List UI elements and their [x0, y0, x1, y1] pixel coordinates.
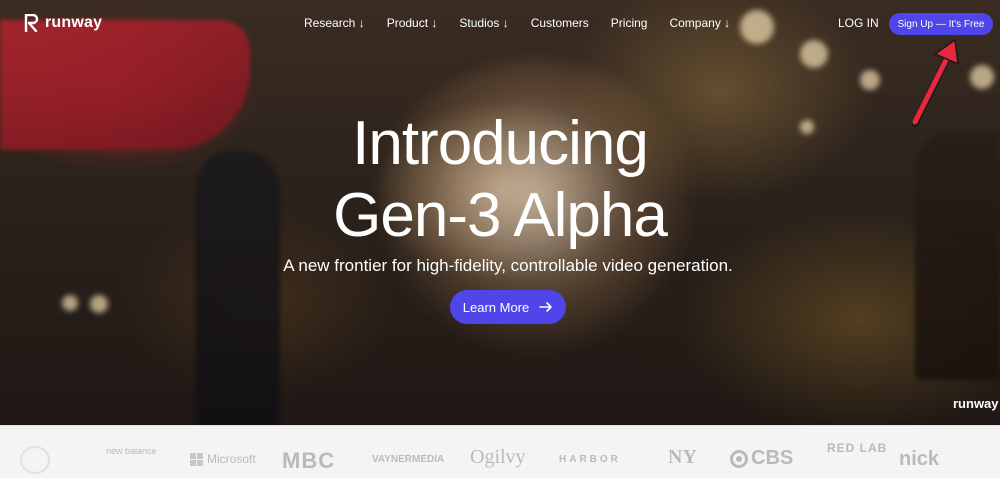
- bokeh-light: [62, 295, 78, 311]
- nav-studios[interactable]: Studios ↓: [459, 16, 508, 30]
- red-lab-logo: RED LAB: [827, 441, 888, 455]
- microsoft-logo: Microsoft: [190, 452, 256, 466]
- bokeh-light: [860, 70, 880, 90]
- learn-more-label: Learn More: [462, 299, 530, 315]
- top-nav: runway Research ↓ Product ↓ Studios ↓ Cu…: [0, 0, 1000, 48]
- new-balance-logo: new balance: [106, 446, 157, 456]
- nav-product[interactable]: Product ↓: [387, 16, 438, 30]
- hero-subhead: A new frontier for high-fidelity, contro…: [283, 256, 733, 275]
- video-watermark: runway: [953, 396, 999, 411]
- yankees-logo: NY: [668, 446, 697, 468]
- microsoft-grid-icon: [190, 452, 203, 466]
- nav-links: Research ↓ Product ↓ Studios ↓ Customers…: [304, 16, 752, 30]
- microsoft-label: Microsoft: [207, 452, 256, 466]
- harbor-logo: HARBOR: [559, 454, 621, 465]
- signup-button[interactable]: Sign Up — It's Free: [889, 13, 993, 35]
- nav-company[interactable]: Company ↓: [669, 16, 730, 30]
- bokeh-light: [90, 295, 108, 313]
- cbs-label: CBS: [751, 447, 794, 469]
- headline-line-2: Gen-3 Alpha: [333, 181, 668, 250]
- ogilvy-logo: Ogilvy: [470, 446, 526, 468]
- cbs-logo: CBS: [730, 447, 793, 470]
- hero-headline: Introducing Gen-3 Alpha: [0, 108, 1000, 252]
- arrow-right-icon: [539, 302, 553, 312]
- mbc-logo: MBC: [282, 448, 336, 473]
- learn-more-button[interactable]: Learn More: [450, 290, 566, 324]
- bokeh-light: [970, 65, 994, 89]
- seal-logo: [20, 446, 50, 474]
- nick-logo: nick: [899, 448, 940, 470]
- nav-pricing[interactable]: Pricing: [611, 16, 648, 30]
- logo-text: runway: [45, 14, 103, 31]
- nav-customers[interactable]: Customers: [531, 16, 589, 30]
- customer-logos-strip: new balance Microsoft MBC VAYNERMEDIA Og…: [0, 425, 1000, 478]
- cbs-eye-icon: [730, 449, 748, 468]
- headline-line-1: Introducing: [352, 109, 649, 178]
- runway-logo[interactable]: runway: [24, 14, 102, 32]
- runway-r-icon: [24, 14, 39, 32]
- vaynermedia-logo: VAYNERMEDIA: [372, 454, 445, 465]
- nav-research[interactable]: Research ↓: [304, 16, 365, 30]
- login-link[interactable]: LOG IN: [838, 16, 879, 30]
